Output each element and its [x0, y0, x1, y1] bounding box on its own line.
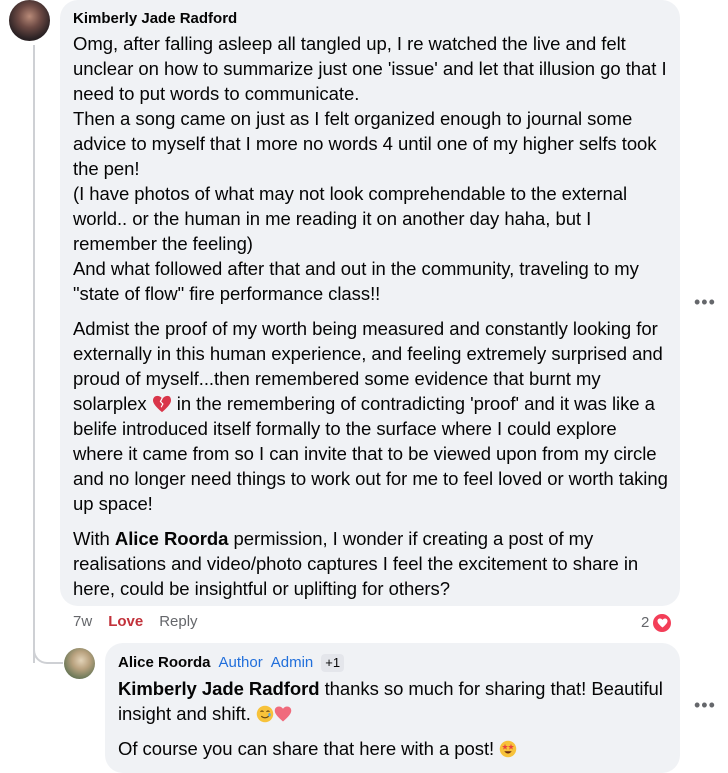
- comment-paragraph: Admist the proof of my worth being measu…: [73, 316, 668, 516]
- heart-emoji: [274, 706, 292, 722]
- mention-link[interactable]: Alice Roorda: [115, 528, 229, 549]
- more-options-icon[interactable]: •••: [694, 696, 716, 714]
- reaction-summary[interactable]: 2: [641, 612, 674, 634]
- reaction-count: 2: [641, 614, 650, 631]
- admin-badge: Admin: [270, 654, 314, 671]
- more-options-icon[interactable]: •••: [694, 293, 716, 311]
- mention-link[interactable]: Kimberly Jade Radford: [118, 678, 320, 699]
- reply-bubble: Alice Roorda Author Admin +1 Kimberly Ja…: [105, 643, 680, 773]
- star-struck-emoji: [499, 740, 517, 758]
- timestamp[interactable]: 7w: [73, 612, 92, 632]
- paragraph-text: With: [73, 528, 110, 549]
- reply-paragraph: Of course you can share that here with a…: [118, 736, 668, 761]
- smiling-tear-emoji: [256, 705, 274, 723]
- reply-text: Kimberly Jade Radford thanks so much for…: [118, 676, 668, 761]
- love-button[interactable]: Love: [108, 612, 143, 632]
- broken-heart-emoji: [152, 395, 171, 413]
- comment-actions: 7w Love Reply: [73, 612, 198, 632]
- comment-paragraph: Then a song came on just as I felt organ…: [73, 108, 657, 179]
- comment-bubble: Kimberly Jade Radford Omg, after falling…: [60, 0, 680, 606]
- heart-icon: [651, 612, 674, 634]
- avatar[interactable]: [64, 648, 95, 679]
- comment-paragraph: Omg, after falling asleep all tangled up…: [73, 33, 667, 104]
- thread-connector: [33, 640, 63, 664]
- author-badge: Author: [218, 654, 263, 671]
- reply-paragraph: Kimberly Jade Radford thanks so much for…: [118, 676, 668, 726]
- extra-badge[interactable]: +1: [321, 654, 345, 672]
- avatar[interactable]: [9, 0, 50, 41]
- comment-paragraph: (I have photos of what may not look comp…: [73, 183, 628, 254]
- thread-line: [33, 45, 35, 663]
- paragraph-text: Of course you can share that here with a…: [118, 738, 495, 759]
- comment-author[interactable]: Kimberly Jade Radford: [73, 10, 668, 28]
- reply-header: Alice Roorda Author Admin +1: [118, 653, 668, 673]
- reply-button[interactable]: Reply: [159, 612, 197, 632]
- comment-text: Omg, after falling asleep all tangled up…: [73, 31, 668, 601]
- reply-author[interactable]: Alice Roorda: [118, 654, 211, 672]
- comment-paragraph: And what followed after that and out in …: [73, 258, 639, 304]
- comment-paragraph: With Alice Roorda permission, I wonder i…: [73, 526, 668, 601]
